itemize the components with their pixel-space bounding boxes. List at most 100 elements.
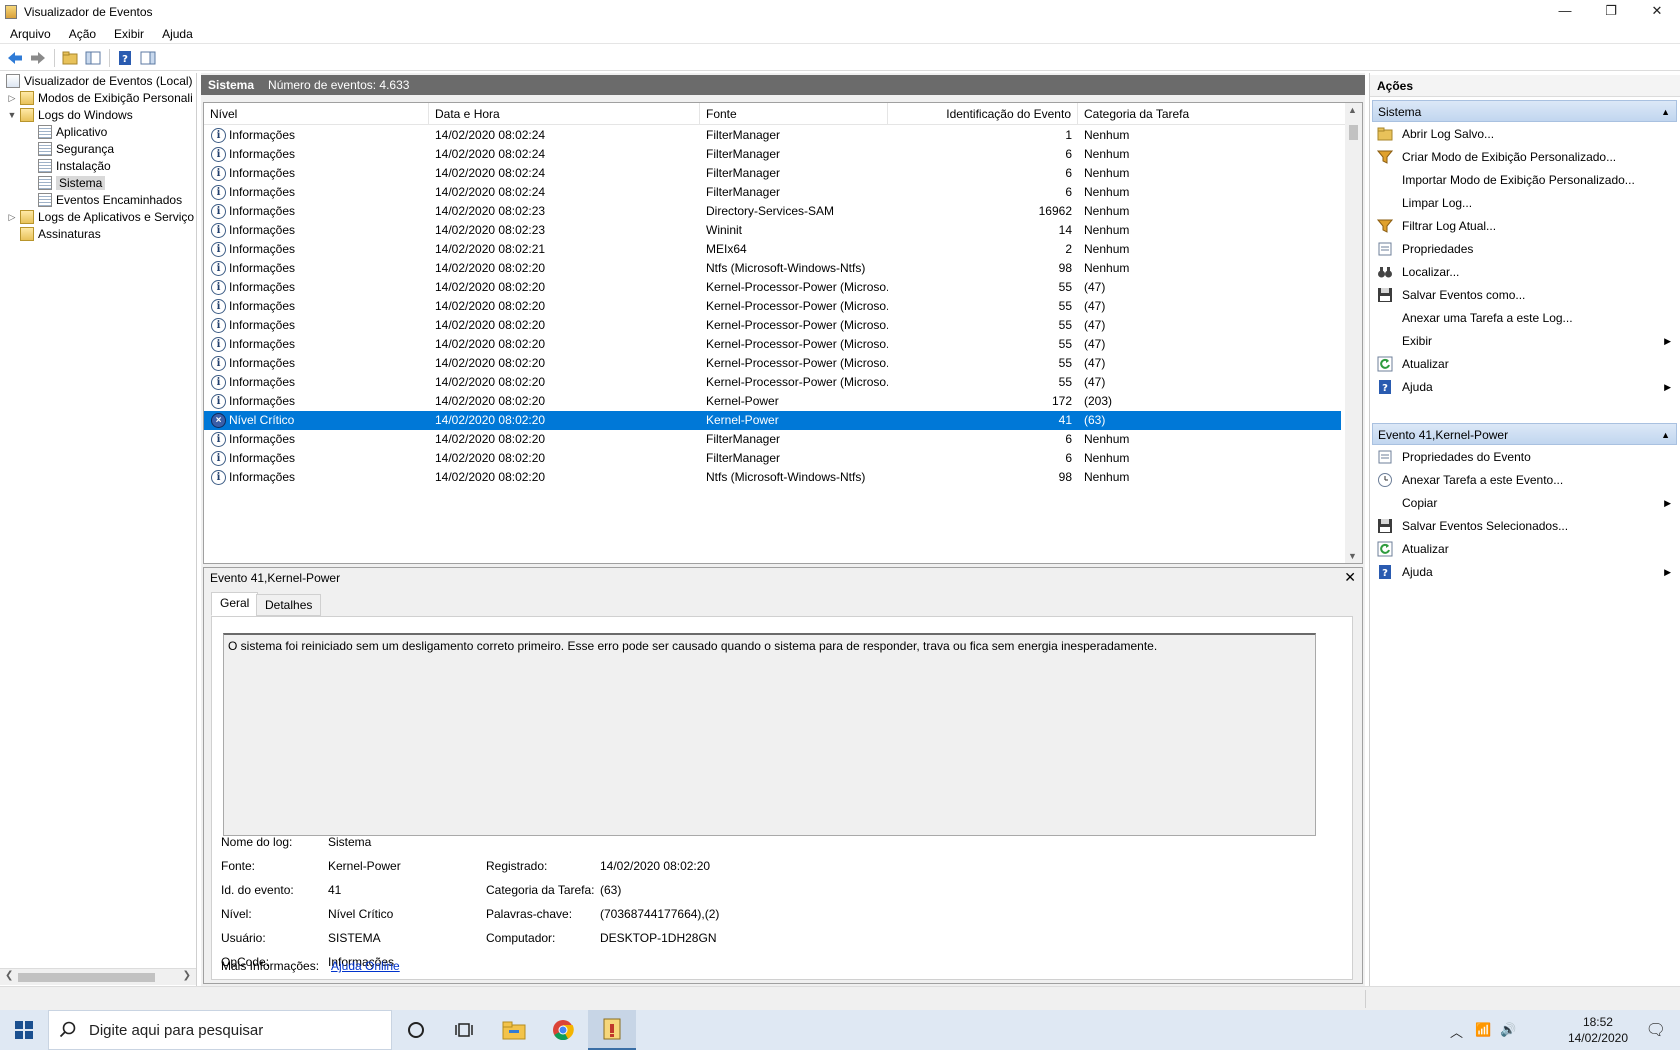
collapse-icon[interactable]: ▼ <box>6 110 18 120</box>
close-button[interactable]: ✕ <box>1634 0 1680 22</box>
column-header-event-id[interactable]: Identificação do Evento <box>888 103 1078 125</box>
expand-icon[interactable]: ▷ <box>6 212 18 223</box>
chrome-icon[interactable] <box>539 1010 587 1050</box>
actions-section-sistema[interactable]: Sistema ▲ <box>1372 100 1677 122</box>
action-item[interactable]: Anexar uma Tarefa a este Log... <box>1370 307 1677 329</box>
taskbar-search-box[interactable]: Digite aqui para pesquisar <box>48 1010 392 1050</box>
log-icon <box>38 176 52 190</box>
table-row[interactable]: i Informações 14/02/2020 08:02:21 MEIx64 2 Ne… <box>204 240 1341 259</box>
scroll-right-icon[interactable]: ❯ <box>183 970 191 981</box>
table-row[interactable]: i Informações 14/02/2020 08:02:24 FilterMan… <box>204 164 1341 183</box>
action-item[interactable]: Abrir Log Salvo... <box>1370 123 1677 145</box>
action-item[interactable]: ? Ajuda ▶ <box>1370 561 1677 583</box>
tree-item-aplicativo[interactable]: Aplicativo <box>36 123 107 141</box>
grid-vertical-scrollbar[interactable]: ▲ ▼ <box>1345 103 1362 563</box>
column-header-task-category[interactable]: Categoria da Tarefa <box>1078 103 1347 125</box>
table-row[interactable]: i Informações 14/02/2020 08:02:20 FilterMan… <box>204 430 1341 449</box>
tree-item-custom-views[interactable]: ▷ Modos de Exibição Personali <box>6 89 193 107</box>
action-item[interactable]: Copiar ▶ <box>1370 492 1677 514</box>
table-row[interactable]: i Informações 14/02/2020 08:02:20 FilterMan… <box>204 449 1341 468</box>
menu-acao[interactable]: Ação <box>60 27 105 41</box>
collapse-section-icon[interactable]: ▲ <box>1661 424 1670 446</box>
tree-item-eventos-encaminhados[interactable]: Eventos Encaminhados <box>36 191 182 209</box>
clock[interactable]: 18:52 14/02/2020 <box>1568 1014 1628 1046</box>
action-item[interactable]: Anexar Tarefa a este Evento... <box>1370 469 1677 491</box>
open-folder-icon[interactable] <box>59 47 81 69</box>
tree-item-windows-logs[interactable]: ▼ Logs do Windows <box>6 106 133 124</box>
action-item[interactable]: Exibir ▶ <box>1370 330 1677 352</box>
tree-item-seguranca[interactable]: Segurança <box>36 140 114 158</box>
table-row[interactable]: i Informações 14/02/2020 08:02:23 Wininit 14… <box>204 221 1341 240</box>
back-icon[interactable] <box>4 47 26 69</box>
action-item[interactable]: Atualizar <box>1370 538 1677 560</box>
tree-item-sistema[interactable]: Sistema <box>36 174 106 192</box>
table-row[interactable]: i Informações 14/02/2020 08:02:20 Kernel-Pr… <box>204 335 1341 354</box>
detail-close-icon[interactable]: ✕ <box>1344 569 1356 586</box>
table-row[interactable]: i Informações 14/02/2020 08:02:20 Kernel-Pr… <box>204 278 1341 297</box>
ajuda-online-link[interactable]: Ajuda Online <box>331 959 400 973</box>
scroll-thumb[interactable] <box>1349 125 1358 140</box>
notifications-icon[interactable]: 🗨 <box>1646 1020 1666 1040</box>
table-row[interactable]: i Informações 14/02/2020 08:02:20 Ntfs (Mic… <box>204 468 1341 487</box>
table-row[interactable]: i Informações 14/02/2020 08:02:20 Ntfs (Mic… <box>204 259 1341 278</box>
table-row[interactable]: i Informações 14/02/2020 08:02:20 Kernel-Pr… <box>204 373 1341 392</box>
scroll-thumb[interactable] <box>18 973 155 982</box>
column-header-datetime[interactable]: Data e Hora <box>429 103 700 125</box>
tree-root[interactable]: Visualizador de Eventos (Local) <box>2 73 193 90</box>
cortana-icon[interactable] <box>392 1010 440 1050</box>
console-tree-icon[interactable] <box>82 47 104 69</box>
menu-ajuda[interactable]: Ajuda <box>153 27 202 41</box>
table-row[interactable]: i Informações 14/02/2020 08:02:20 Kernel-Pr… <box>204 316 1341 335</box>
expand-icon[interactable]: ▷ <box>6 93 18 104</box>
column-header-level[interactable]: Nível <box>204 103 429 125</box>
column-header-source[interactable]: Fonte <box>700 103 888 125</box>
action-item[interactable]: Importar Modo de Exibição Personalizado.… <box>1370 169 1677 191</box>
collapse-section-icon[interactable]: ▲ <box>1661 101 1670 123</box>
action-item[interactable]: Propriedades <box>1370 238 1677 260</box>
table-row[interactable]: i Informações 14/02/2020 08:02:24 FilterMan… <box>204 145 1341 164</box>
cell-level: Nível Crítico <box>229 413 295 427</box>
table-row[interactable]: i Informações 14/02/2020 08:02:20 Kernel-Pr… <box>204 354 1341 373</box>
action-item[interactable]: Propriedades do Evento <box>1370 446 1677 468</box>
table-row[interactable]: i Informações 14/02/2020 08:02:24 FilterMan… <box>204 126 1341 145</box>
action-item[interactable]: Criar Modo de Exibição Personalizado... <box>1370 146 1677 168</box>
table-row[interactable]: i Informações 14/02/2020 08:02:23 Directory… <box>204 202 1341 221</box>
action-pane-icon[interactable] <box>137 47 159 69</box>
task-icon <box>1377 472 1393 488</box>
task-view-icon[interactable] <box>440 1010 488 1050</box>
minimize-button[interactable]: — <box>1542 0 1588 22</box>
svg-text:?: ? <box>122 54 128 65</box>
forward-icon[interactable] <box>27 47 49 69</box>
actions-section-event[interactable]: Evento 41,Kernel-Power ▲ <box>1372 423 1677 445</box>
tree-item-assinaturas[interactable]: Assinaturas <box>18 225 101 243</box>
tree-item-app-services-logs[interactable]: ▷ Logs de Aplicativos e Serviço <box>6 208 194 226</box>
table-row[interactable]: i Informações 14/02/2020 08:02:20 Kernel-Pr… <box>204 297 1341 316</box>
tab-geral[interactable]: Geral <box>211 592 259 616</box>
action-item[interactable]: ? Ajuda ▶ <box>1370 376 1677 398</box>
action-item[interactable]: Salvar Eventos como... <box>1370 284 1677 306</box>
tree-horizontal-scrollbar[interactable]: ❮ ❯ <box>0 968 196 985</box>
file-explorer-icon[interactable] <box>490 1010 538 1050</box>
table-row[interactable]: i Informações 14/02/2020 08:02:20 Kernel-Po… <box>204 392 1341 411</box>
show-hidden-icons-icon[interactable]: ︿ <box>1450 1022 1463 1041</box>
scroll-down-icon[interactable]: ▼ <box>1348 551 1357 561</box>
action-item[interactable]: Localizar... <box>1370 261 1677 283</box>
event-viewer-taskbar-icon[interactable] <box>588 1010 636 1050</box>
menu-arquivo[interactable]: Arquivo <box>0 27 60 41</box>
network-icon[interactable]: 📶 <box>1475 1022 1491 1038</box>
menu-exibir[interactable]: Exibir <box>105 27 153 41</box>
start-button[interactable] <box>0 1010 48 1050</box>
volume-icon[interactable]: 🔊 <box>1500 1022 1516 1038</box>
action-item[interactable]: Limpar Log... <box>1370 192 1677 214</box>
maximize-button[interactable]: ❐ <box>1588 0 1634 22</box>
tree-item-instalacao[interactable]: Instalação <box>36 157 111 175</box>
action-item[interactable]: Salvar Eventos Selecionados... <box>1370 515 1677 537</box>
scroll-up-icon[interactable]: ▲ <box>1348 105 1357 115</box>
tab-detalhes[interactable]: Detalhes <box>256 594 322 616</box>
table-row[interactable]: i Informações 14/02/2020 08:02:24 FilterMan… <box>204 183 1341 202</box>
scroll-left-icon[interactable]: ❮ <box>5 970 13 981</box>
action-item[interactable]: Atualizar <box>1370 353 1677 375</box>
help-icon[interactable]: ? <box>114 47 136 69</box>
table-row[interactable]: × Nível Crítico 14/02/2020 08:02:20 Kernel-… <box>204 411 1341 430</box>
action-item[interactable]: Filtrar Log Atual... <box>1370 215 1677 237</box>
